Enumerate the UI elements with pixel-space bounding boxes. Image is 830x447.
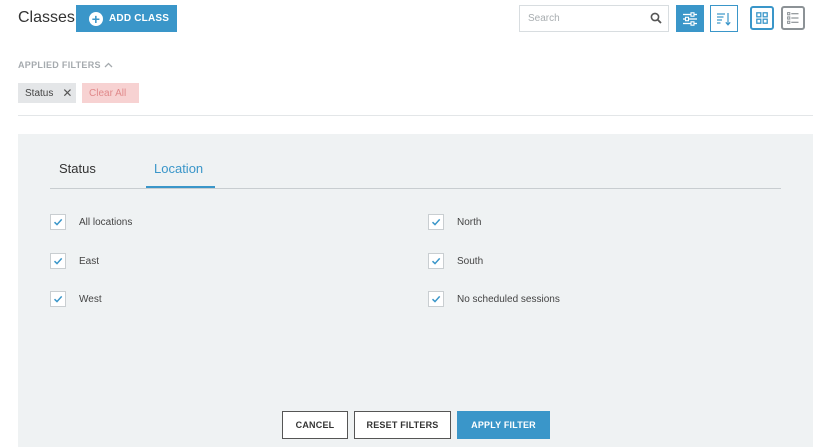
search-icon[interactable] [650,12,662,24]
grid-view-button[interactable] [750,6,774,30]
checkmark-icon [431,218,441,226]
tabs-divider [50,188,781,189]
checkmark-icon [53,257,63,265]
close-icon[interactable]: ✕ [62,86,72,100]
filter-toggle-button[interactable] [676,5,704,32]
clear-all-button[interactable]: Clear All [82,83,139,103]
checkbox[interactable] [50,291,66,307]
sort-button[interactable] [710,5,738,32]
tab-status[interactable]: Status [59,161,96,176]
option-label: West [79,293,102,305]
page-title: Classes [18,9,75,26]
checkbox[interactable] [428,253,444,269]
checkmark-icon [431,257,441,265]
chevron-up-icon [104,62,113,68]
option-all-locations[interactable]: All locations [50,214,132,230]
option-west[interactable]: West [50,291,102,307]
list-view-button[interactable] [781,6,805,30]
option-label: South [457,255,484,267]
filter-chip-label: Status [25,87,54,99]
checkmark-icon [431,295,441,303]
checkbox[interactable] [428,214,444,230]
cancel-button[interactable]: CANCEL [282,411,348,439]
option-east[interactable]: East [50,253,99,269]
reset-filters-button[interactable]: RESET FILTERS [354,411,451,439]
grid-view-icon [756,12,768,24]
checkmark-icon [53,295,63,303]
divider [18,115,813,116]
applied-filters-label: APPLIED FILTERS [18,60,101,70]
option-south[interactable]: South [428,253,483,269]
option-no-scheduled-sessions[interactable]: No scheduled sessions [428,291,560,307]
plus-circle-icon: + [89,11,103,26]
list-view-icon [787,12,799,24]
filter-chip-status[interactable]: Status ✕ [18,83,76,103]
checkmark-icon [53,218,63,226]
apply-filter-button[interactable]: APPLY FILTER [457,411,550,439]
tab-location[interactable]: Location [154,161,203,176]
search-input[interactable] [520,6,650,31]
option-label: No scheduled sessions [457,293,560,305]
filter-panel: Status Location All locations East West … [18,134,813,447]
active-tab-indicator [146,186,215,188]
search-box[interactable] [519,5,669,32]
option-label: North [457,216,482,228]
add-class-button[interactable]: + ADD CLASS [76,5,177,32]
option-north[interactable]: North [428,214,481,230]
checkbox[interactable] [50,253,66,269]
checkbox[interactable] [50,214,66,230]
option-label: East [79,255,100,267]
checkbox[interactable] [428,291,444,307]
filter-sliders-icon [683,11,697,26]
option-label: All locations [79,216,133,228]
sort-icon [717,12,731,26]
applied-filters-toggle[interactable]: APPLIED FILTERS [18,60,113,70]
add-class-label: ADD CLASS [109,13,170,24]
